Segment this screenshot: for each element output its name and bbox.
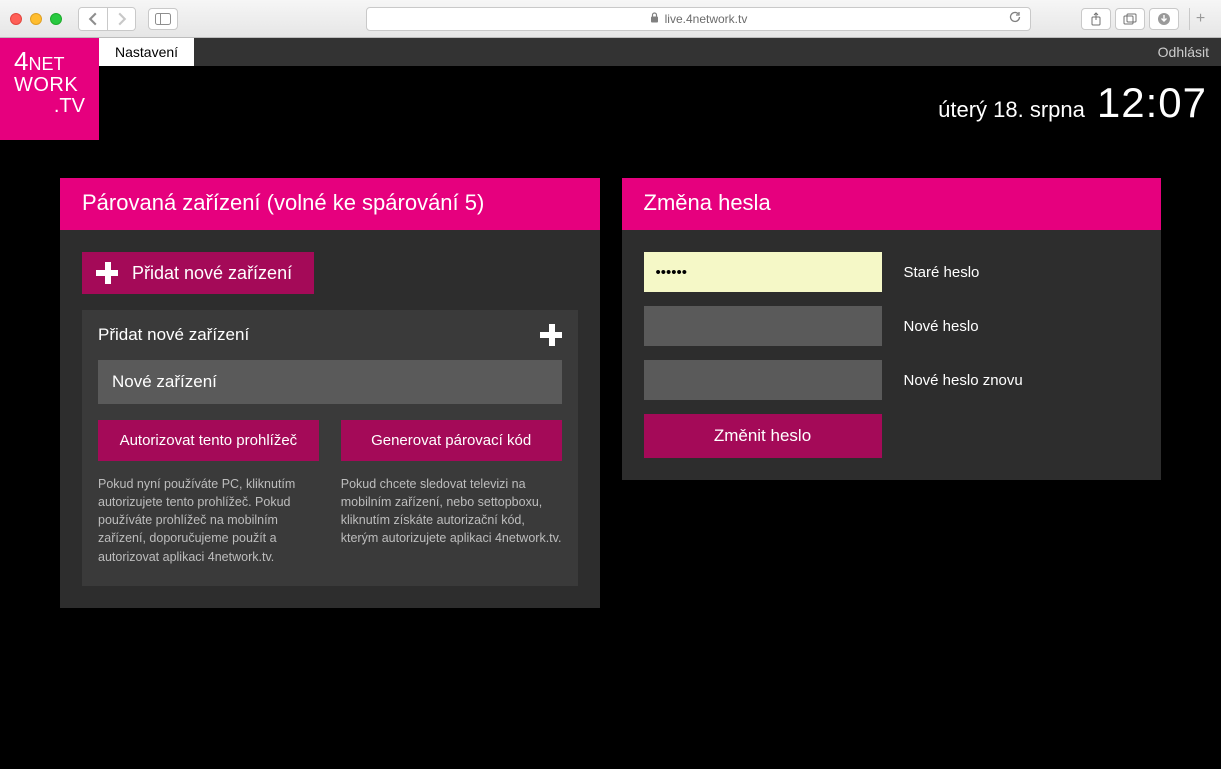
- logo-4: 4: [14, 46, 28, 76]
- back-button[interactable]: [79, 8, 107, 30]
- col-authorize: Autorizovat tento prohlížeč Pokud nyní p…: [98, 420, 319, 566]
- top-bar: 4NET WORK .TV úterý 18. srpna 12:07: [0, 66, 1221, 140]
- old-password-input[interactable]: [644, 252, 882, 292]
- panel-change-password: Změna hesla Staré heslo Nové heslo Nové …: [622, 178, 1162, 480]
- logout-label: Odhlásit: [1158, 44, 1209, 60]
- panel-change-password-title: Změna hesla: [644, 190, 771, 215]
- logo-work: WORK: [14, 75, 85, 96]
- panel-paired-devices-header: Párovaná zařízení (volné ke spárování 5): [60, 178, 600, 230]
- device-name-input[interactable]: [98, 360, 562, 404]
- new-password-again-input[interactable]: [644, 360, 882, 400]
- browser-chrome: live.4network.tv +: [0, 0, 1221, 38]
- address-bar[interactable]: live.4network.tv: [366, 7, 1031, 31]
- tab-settings[interactable]: Nastavení: [99, 38, 194, 66]
- col-generate: Generovat párovací kód Pokud chcete sled…: [341, 420, 562, 548]
- new-password-input[interactable]: [644, 306, 882, 346]
- app-tabbar: Nastavení Odhlásit: [99, 38, 1221, 66]
- nav-buttons: [78, 7, 136, 31]
- generate-help-text: Pokud chcete sledovat televizi na mobiln…: [341, 475, 562, 548]
- add-device-button[interactable]: Přidat nové zařízení: [82, 252, 314, 294]
- add-device-card-title: Přidat nové zařízení: [98, 325, 249, 345]
- old-password-label: Staré heslo: [904, 264, 980, 281]
- generate-code-button[interactable]: Generovat párovací kód: [341, 420, 562, 461]
- forward-button[interactable]: [107, 8, 135, 30]
- lock-icon: [650, 12, 659, 26]
- plus-icon: [96, 262, 118, 284]
- datetime: úterý 18. srpna 12:07: [938, 79, 1207, 127]
- reload-icon[interactable]: [1008, 10, 1022, 27]
- panel-change-password-body: Staré heslo Nové heslo Nové heslo znovu …: [622, 230, 1162, 480]
- panel-paired-devices: Párovaná zařízení (volné ke spárování 5)…: [60, 178, 600, 608]
- row-new-password-again: Nové heslo znovu: [644, 360, 1140, 400]
- url-text: live.4network.tv: [665, 12, 748, 26]
- content: Párovaná zařízení (volné ke spárování 5)…: [0, 140, 1221, 646]
- minimize-window-icon[interactable]: [30, 13, 42, 25]
- authorize-help-text: Pokud nyní používáte PC, kliknutím autor…: [98, 475, 319, 566]
- close-window-icon[interactable]: [10, 13, 22, 25]
- generate-code-label: Generovat párovací kód: [371, 432, 531, 449]
- plus-icon[interactable]: [540, 324, 562, 346]
- row-old-password: Staré heslo: [644, 252, 1140, 292]
- date-string: úterý 18. srpna: [938, 97, 1085, 123]
- change-password-button[interactable]: Změnit heslo: [644, 414, 882, 458]
- tabs-button[interactable]: [1115, 8, 1145, 30]
- new-password-label: Nové heslo: [904, 318, 979, 335]
- maximize-window-icon[interactable]: [50, 13, 62, 25]
- clock: 12:07: [1097, 79, 1207, 127]
- add-device-card: Přidat nové zařízení Autorizovat tento p…: [82, 310, 578, 586]
- logo-net: NET: [28, 54, 64, 74]
- panel-paired-devices-title: Párovaná zařízení (volné ke spárování 5): [82, 190, 484, 215]
- add-device-card-header: Přidat nové zařízení: [82, 310, 578, 360]
- window-controls: [10, 13, 62, 25]
- logout-button[interactable]: Odhlásit: [1146, 38, 1221, 66]
- add-device-card-body: Autorizovat tento prohlížeč Pokud nyní p…: [82, 360, 578, 586]
- sidebar-toggle-button[interactable]: [148, 8, 178, 30]
- change-password-label: Změnit heslo: [714, 426, 811, 445]
- share-button[interactable]: [1081, 8, 1111, 30]
- panel-change-password-header: Změna hesla: [622, 178, 1162, 230]
- brand-logo[interactable]: 4NET WORK .TV: [0, 38, 99, 140]
- new-password-again-label: Nové heslo znovu: [904, 372, 1023, 389]
- add-device-actions: Autorizovat tento prohlížeč Pokud nyní p…: [98, 420, 562, 566]
- authorize-browser-button[interactable]: Autorizovat tento prohlížeč: [98, 420, 319, 461]
- row-new-password: Nové heslo: [644, 306, 1140, 346]
- panel-paired-devices-body: Přidat nové zařízení Přidat nové zařízen…: [60, 230, 600, 608]
- downloads-button[interactable]: [1149, 8, 1179, 30]
- tab-settings-label: Nastavení: [115, 44, 178, 60]
- logo-tv: .TV: [14, 96, 85, 117]
- authorize-browser-label: Autorizovat tento prohlížeč: [120, 432, 298, 449]
- new-tab-button[interactable]: +: [1189, 8, 1211, 30]
- add-device-label: Přidat nové zařízení: [132, 263, 292, 284]
- chrome-right-buttons: +: [1081, 8, 1211, 30]
